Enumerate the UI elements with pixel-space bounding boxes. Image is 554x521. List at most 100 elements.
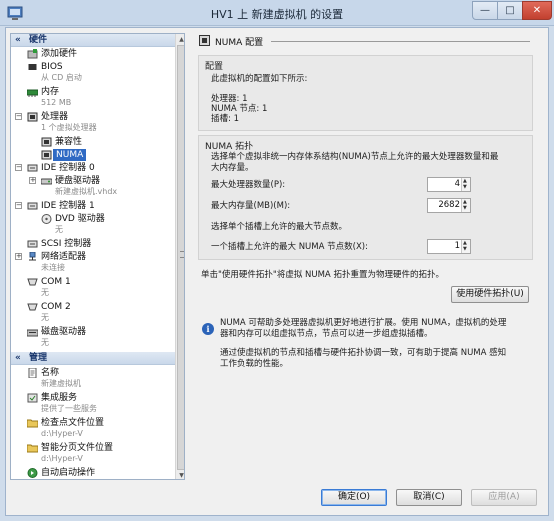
spin-down-icon[interactable]: ▼ <box>463 246 467 252</box>
socket-description: 选择单个插槽上允许的最大节点数。 <box>211 222 348 232</box>
collapse-toggle-icon[interactable]: − <box>15 202 22 209</box>
add-hardware-icon <box>27 49 38 59</box>
max-nodes-per-socket-spinbox[interactable]: 1 ▲ ▼ <box>427 239 471 254</box>
tree-item-compatibility[interactable]: 兼容性 <box>11 136 175 148</box>
title-bar: HV1 上 新建虚拟机 的设置 — □ ✕ <box>0 0 554 26</box>
tree-item-com1[interactable]: COM 1 无 <box>11 276 175 300</box>
tree-item-label: IDE 控制器 0 <box>41 163 95 173</box>
settings-tree: « 硬件 添加硬件 BIOS 从 CD 启动 内存 512 MB − 处理器 1… <box>10 33 185 480</box>
tree-item-sublabel: 512 MB <box>41 98 72 107</box>
com-port-icon <box>27 278 38 286</box>
tree-item-smart-paging-location[interactable]: 智能分页文件位置 d:\Hyper-V <box>11 442 175 466</box>
close-button[interactable]: ✕ <box>522 1 552 20</box>
numa-topology-group-title: NUMA 拓扑 <box>205 142 254 152</box>
tree-item-network-adapter[interactable]: + 网络适配器 未连接 <box>11 251 175 275</box>
tree-scrollbar[interactable]: ▲ ▼ <box>175 34 184 479</box>
checkpoint-folder-icon <box>27 419 38 428</box>
scrollbar-thumb[interactable] <box>177 45 184 470</box>
collapse-toggle-icon[interactable]: − <box>15 164 22 171</box>
hardware-header-label: 硬件 <box>29 35 48 45</box>
tree-item-diskette-drive[interactable]: 磁盘驱动器 无 <box>11 326 175 350</box>
processor-icon <box>41 150 52 160</box>
tree-item-label: SCSI 控制器 <box>41 239 92 249</box>
tree-item-add-hardware[interactable]: 添加硬件 <box>11 48 175 60</box>
name-document-icon <box>28 368 37 378</box>
management-section-header[interactable]: « 管理 <box>11 352 175 365</box>
tree-item-auto-start-action[interactable]: 自动启动操作 <box>11 467 175 479</box>
numa-topology-group: NUMA 拓扑 选择单个虚拟非统一内存体系结构(NUMA)节点上允许的最大处理器… <box>198 135 533 260</box>
memory-icon <box>27 89 38 97</box>
cancel-button[interactable]: 取消(C) <box>396 489 462 506</box>
scroll-up-arrow-icon[interactable]: ▲ <box>176 34 184 45</box>
tree-item-numa[interactable]: NUMA <box>11 149 175 161</box>
tree-item-scsi-controller[interactable]: SCSI 控制器 <box>11 238 175 250</box>
tree-item-label: 磁盘驱动器 <box>41 327 87 337</box>
tree-item-com2[interactable]: COM 2 无 <box>11 301 175 325</box>
collapse-chevron-icon[interactable]: « <box>15 352 21 364</box>
spin-down-icon[interactable]: ▼ <box>463 205 467 211</box>
max-memory-spinbox[interactable]: 2682 ▲ ▼ <box>427 198 471 213</box>
tree-item-checkpoint-location[interactable]: 检查点文件位置 d:\Hyper-V <box>11 417 175 441</box>
max-processors-value[interactable]: 4 <box>455 179 460 189</box>
max-memory-value[interactable]: 2682 <box>438 200 460 210</box>
tree-item-label: 硬盘驱动器 <box>55 176 101 186</box>
scroll-down-arrow-icon[interactable]: ▼ <box>176 470 184 479</box>
spin-arrows[interactable]: ▲ ▼ <box>461 199 470 212</box>
tree-item-sublabel: 新建虚拟机.vhdx <box>55 187 118 196</box>
collapse-chevron-icon[interactable]: « <box>15 34 21 46</box>
minimize-button[interactable]: — <box>472 1 498 20</box>
max-nodes-per-socket-value[interactable]: 1 <box>455 241 460 251</box>
tree-item-dvd-drive[interactable]: DVD 驱动器 无 <box>11 213 175 237</box>
panel-header: NUMA 配置 <box>193 33 536 49</box>
numa-settings-panel: NUMA 配置 配置 此虚拟机的配置如下所示: 处理器: 1 NUMA 节点: … <box>193 33 536 480</box>
tree-item-sublabel: 提供了一些服务 <box>41 404 97 413</box>
tree-item-bios[interactable]: BIOS 从 CD 启动 <box>11 61 175 85</box>
diskette-drive-icon <box>27 329 38 337</box>
tree-item-hard-drive[interactable]: + 硬盘驱动器 新建虚拟机.vhdx <box>11 175 175 199</box>
spin-arrows[interactable]: ▲ ▼ <box>461 178 470 191</box>
tree-item-processor[interactable]: − 处理器 1 个虚拟处理器 <box>11 111 175 135</box>
tree-item-label: 智能分页文件位置 <box>41 443 114 453</box>
hard-drive-icon <box>41 178 52 185</box>
window-title: HV1 上 新建虚拟机 的设置 <box>210 8 344 21</box>
apply-button[interactable]: 应用(A) <box>471 489 537 506</box>
expand-toggle-icon[interactable]: + <box>29 177 36 184</box>
network-adapter-icon <box>29 252 36 261</box>
maximize-button[interactable]: □ <box>497 1 523 20</box>
tree-item-memory[interactable]: 内存 512 MB <box>11 86 175 110</box>
spin-arrows[interactable]: ▲ ▼ <box>461 240 470 253</box>
info-text-2: 通过使虚拟机的节点和插槽与硬件拓扑协调一致，可有助于提高 NUMA 感知 <box>220 348 507 358</box>
tree-item-label: NUMA <box>53 149 87 161</box>
tree-item-label: COM 2 <box>41 302 71 312</box>
tree-item-label: COM 1 <box>41 277 71 287</box>
tree-item-sublabel: 新建虚拟机 <box>41 379 81 388</box>
auto-start-icon <box>27 468 38 478</box>
processor-icon <box>199 35 210 46</box>
tree-item-sublabel: d:\Hyper-V <box>41 454 83 463</box>
tree-item-label: IDE 控制器 1 <box>41 201 95 211</box>
hardware-section-header[interactable]: « 硬件 <box>11 34 175 47</box>
tree-item-ide-controller-1[interactable]: − IDE 控制器 1 <box>11 200 175 212</box>
configuration-intro: 此虚拟机的配置如下所示: <box>211 74 308 84</box>
management-header-label: 管理 <box>29 353 48 363</box>
processor-icon <box>41 137 52 147</box>
configuration-group-title: 配置 <box>205 62 224 72</box>
tree-item-ide-controller-0[interactable]: − IDE 控制器 0 <box>11 162 175 174</box>
tree-item-label: 网络适配器 <box>41 252 87 262</box>
tree-item-label: 名称 <box>41 368 60 378</box>
tree-item-label: 兼容性 <box>55 137 83 147</box>
max-processors-spinbox[interactable]: 4 ▲ ▼ <box>427 177 471 192</box>
tree-item-integration-services[interactable]: 集成服务 提供了一些服务 <box>11 392 175 416</box>
scsi-controller-icon <box>27 240 38 248</box>
use-hardware-topology-button[interactable]: 使用硬件拓扑(U) <box>451 286 529 303</box>
spin-down-icon[interactable]: ▼ <box>463 184 467 190</box>
tree-item-name[interactable]: 名称 新建虚拟机 <box>11 367 175 391</box>
tree-item-sublabel: 从 CD 启动 <box>41 73 82 82</box>
collapse-toggle-icon[interactable]: − <box>15 113 22 120</box>
info-icon: i <box>202 323 214 335</box>
ide-controller-icon <box>27 164 38 172</box>
expand-toggle-icon[interactable]: + <box>15 253 22 260</box>
max-processors-label: 最大处理器数量(P): <box>211 180 286 190</box>
ok-button[interactable]: 确定(O) <box>321 489 387 506</box>
tree-item-label: 自动启动操作 <box>41 468 96 478</box>
